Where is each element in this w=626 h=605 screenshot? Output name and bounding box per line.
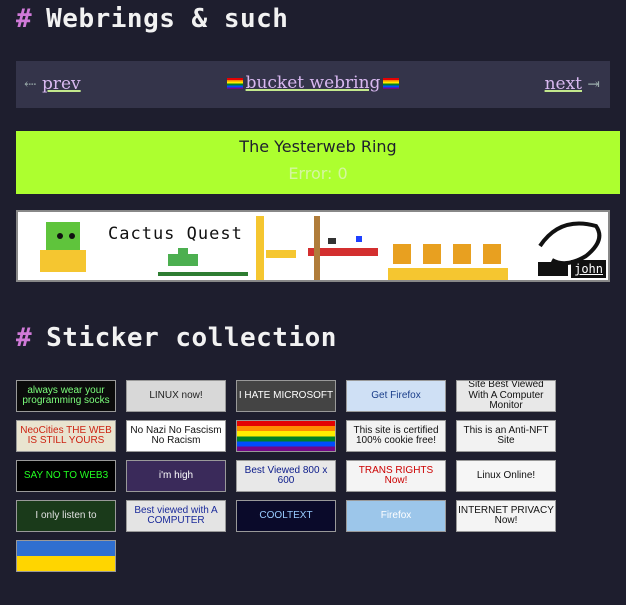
pride-flag-icon [383,78,400,89]
sticker-button[interactable]: This is an Anti-NFT Site [456,420,556,452]
sticker-button[interactable]: I only listen to [16,500,116,532]
next-link[interactable]: next [545,74,582,94]
next-arrow-icon: ⇥ [587,75,600,93]
sticker-button[interactable]: This site is certified 100% cookie free! [346,420,446,452]
cactus-quest-banner[interactable]: Cactus Quest john [16,210,610,282]
next-link-wrap: next ⇥ [545,74,600,94]
sticker-button[interactable]: INTERNET PRIVACY Now! [456,500,556,532]
sticker-button[interactable]: Best viewed with A COMPUTER [126,500,226,532]
sticker-button[interactable]: NeoCities THE WEB IS STILL YOURS [16,420,116,452]
sticker-button[interactable]: Firefox [346,500,446,532]
heading-hash: # [16,323,33,353]
sticker-button[interactable]: i'm high [126,460,226,492]
sticker-button[interactable] [236,420,336,452]
banner-art [40,216,602,280]
heading-text: Webrings & such [46,4,289,34]
yesterweb-error-text: Error: 0 [288,164,348,183]
sticker-button[interactable]: COOLTEXT [236,500,336,532]
sticker-button[interactable] [16,540,116,572]
bucket-webring-center: bucket webring [16,73,610,93]
banner-title: Cactus Quest [108,224,243,244]
yesterweb-ring-widget: The Yesterweb Ring Error: 0 [16,131,620,194]
heading-text: Sticker collection [46,323,337,353]
stickers-heading: # Sticker collection [16,323,337,353]
yesterweb-ring-title[interactable]: The Yesterweb Ring [16,137,620,156]
sticker-button[interactable]: LINUX now! [126,380,226,412]
bucket-webring-bar: ⇠ prev bucket webring next ⇥ [16,61,610,108]
sticker-button[interactable]: Linux Online! [456,460,556,492]
sticker-button[interactable]: I HATE MICROSOFT [236,380,336,412]
sticker-button[interactable]: No Nazi No Fascism No Racism [126,420,226,452]
heading-hash: # [16,4,33,34]
sticker-button[interactable]: Get Firefox [346,380,446,412]
banner-credit-link[interactable]: john [571,260,606,278]
bucket-webring-link[interactable]: bucket webring [246,73,381,93]
webrings-heading: # Webrings & such [16,4,288,34]
sticker-button[interactable]: Best Viewed 800 x 600 [236,460,336,492]
sticker-button[interactable]: always wear your programming socks [16,380,116,412]
sticker-button[interactable]: Site Best Viewed With A Computer Monitor [456,380,556,412]
pride-flag-icon [226,78,243,89]
sticker-button[interactable]: SAY NO TO WEB3 [16,460,116,492]
sticker-button[interactable]: TRANS RIGHTS Now! [346,460,446,492]
